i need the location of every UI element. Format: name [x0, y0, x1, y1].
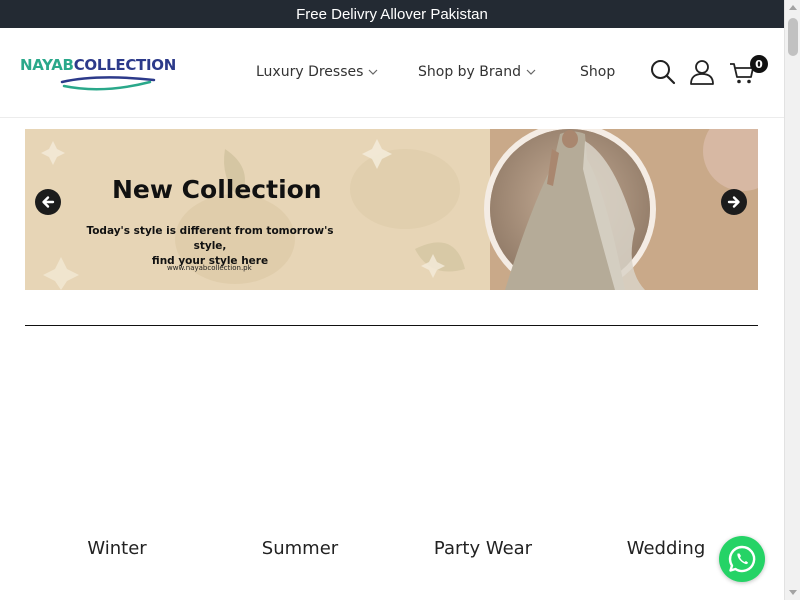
nav-shop-by-brand[interactable]: Shop by Brand — [418, 64, 537, 80]
carousel-next-button[interactable] — [721, 189, 747, 215]
page: Free Delivry Allover Pakistan NAYABCOLLE… — [0, 0, 800, 600]
category-row: Winter Summer Party Wear Wedding — [0, 538, 784, 564]
hero-banner[interactable]: New Collection Today's style is differen… — [25, 129, 758, 290]
cart-count-badge: 0 — [750, 55, 768, 73]
site-header: NAYABCOLLECTION Luxury Dresses Shop by B… — [0, 28, 784, 118]
user-icon[interactable] — [688, 58, 716, 86]
section-divider — [25, 325, 758, 326]
nav-shop[interactable]: Shop — [580, 64, 615, 80]
nav-item-label: Luxury Dresses — [256, 64, 364, 80]
whatsapp-chat-button[interactable] — [719, 536, 765, 582]
banner-subtitle-line1: Today's style is different from tomorrow… — [86, 225, 334, 252]
page-scrollbar[interactable] — [784, 0, 800, 600]
nav-luxury-dresses[interactable]: Luxury Dresses — [256, 64, 379, 80]
announcement-bar: Free Delivry Allover Pakistan — [0, 0, 784, 28]
scroll-up-icon[interactable] — [789, 5, 797, 10]
nav-item-label: Shop by Brand — [418, 64, 521, 80]
category-party-wear[interactable]: Party Wear — [434, 538, 532, 559]
scroll-thumb[interactable] — [788, 18, 798, 56]
arrow-left-icon — [42, 196, 55, 208]
scroll-down-icon[interactable] — [789, 590, 797, 595]
banner-url: www.nayabcollection.pk — [167, 264, 252, 272]
category-winter[interactable]: Winter — [87, 538, 146, 559]
arrow-right-icon — [727, 196, 740, 208]
category-summer[interactable]: Summer — [262, 538, 338, 559]
whatsapp-icon — [728, 545, 756, 573]
chevron-down-icon — [368, 69, 378, 75]
search-icon[interactable] — [649, 58, 677, 86]
chevron-down-icon — [526, 69, 536, 75]
banner-subtitle: Today's style is different from tomorrow… — [85, 224, 335, 269]
category-wedding[interactable]: Wedding — [627, 538, 706, 559]
banner-title: New Collection — [112, 175, 322, 204]
nav-item-label: Shop — [580, 64, 616, 80]
announcement-text: Free Delivry Allover Pakistan — [296, 5, 488, 23]
carousel-prev-button[interactable] — [35, 189, 61, 215]
